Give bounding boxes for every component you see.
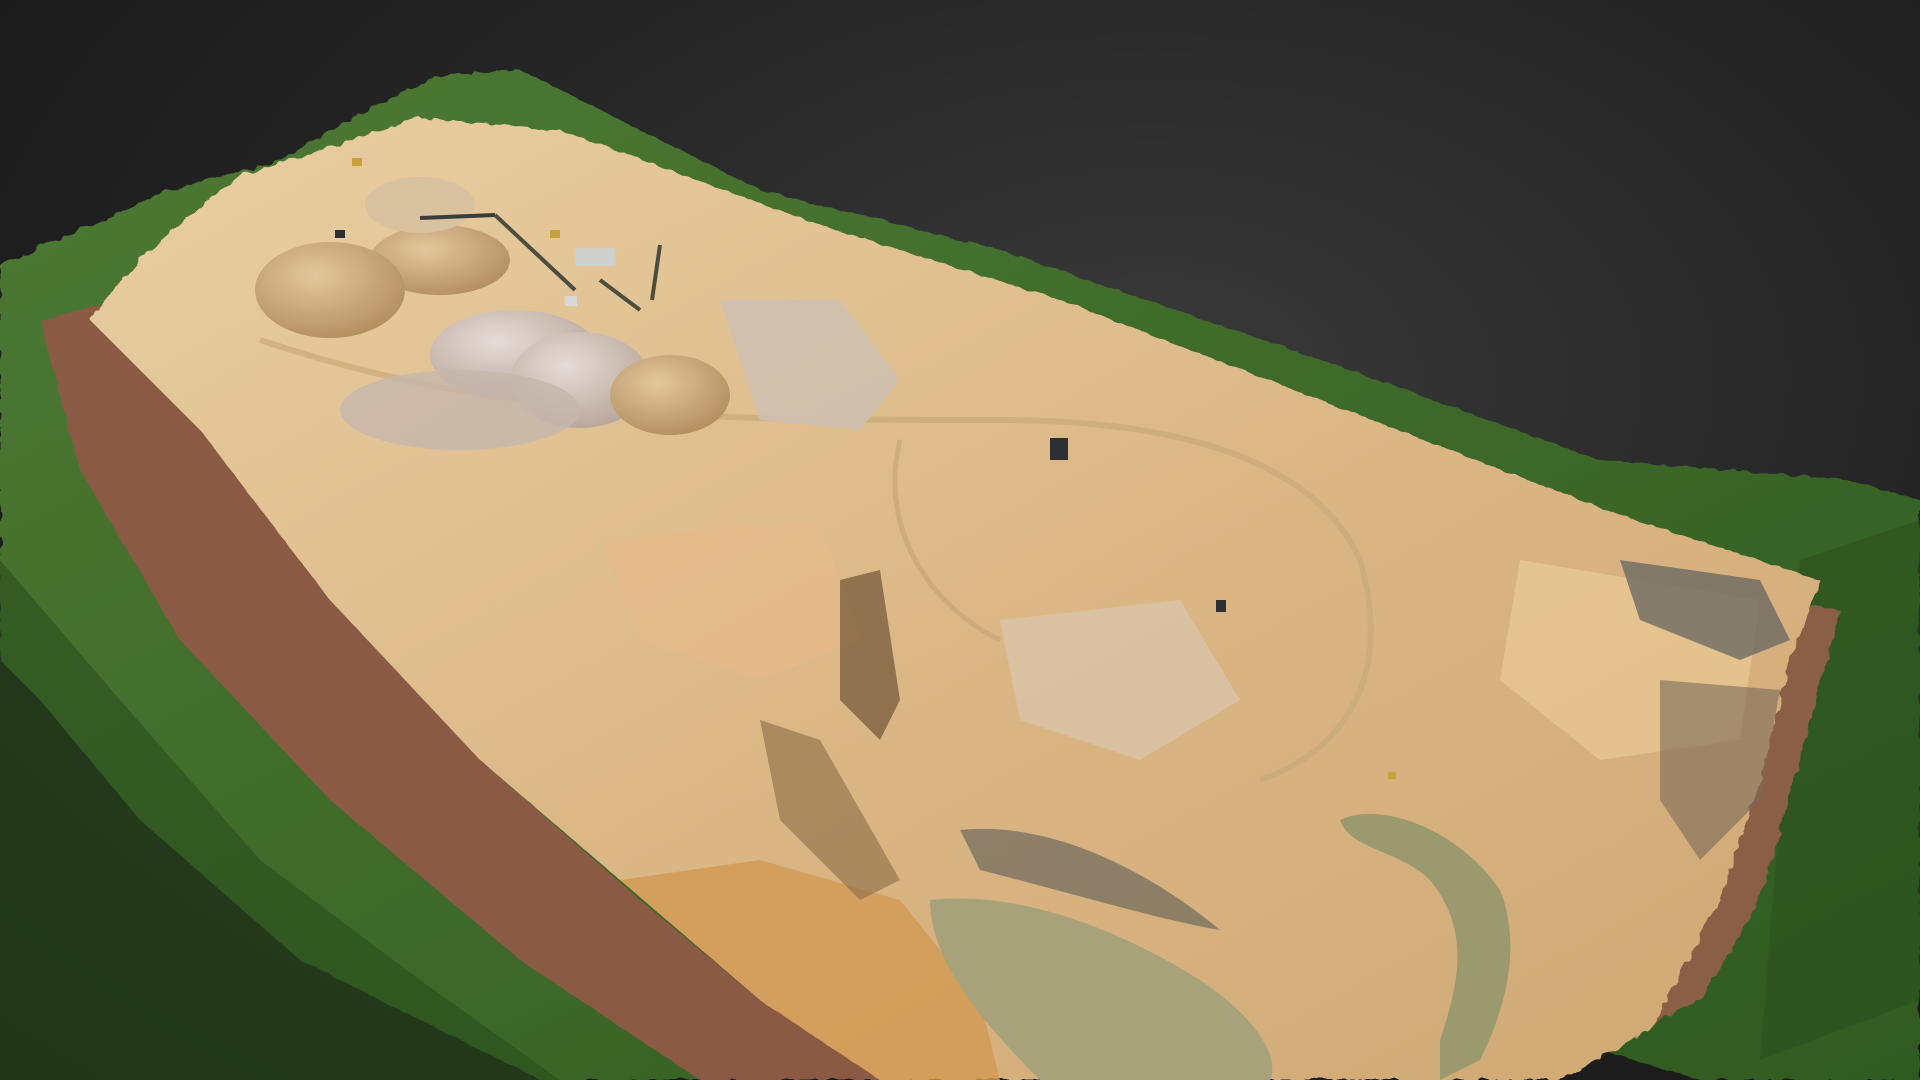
excavator: [1050, 438, 1068, 460]
dozer: [1388, 772, 1396, 779]
truck: [1216, 600, 1226, 612]
stockpile-5: [365, 177, 475, 233]
model-viewport[interactable]: [0, 0, 1920, 1080]
loader-2: [352, 158, 362, 166]
stockpile-4: [255, 242, 405, 338]
stockpile-6: [610, 355, 730, 435]
screening-plant: [575, 248, 615, 266]
quarry-3d-model: [0, 70, 1920, 1080]
truck-2: [335, 230, 345, 238]
loader: [550, 230, 560, 238]
